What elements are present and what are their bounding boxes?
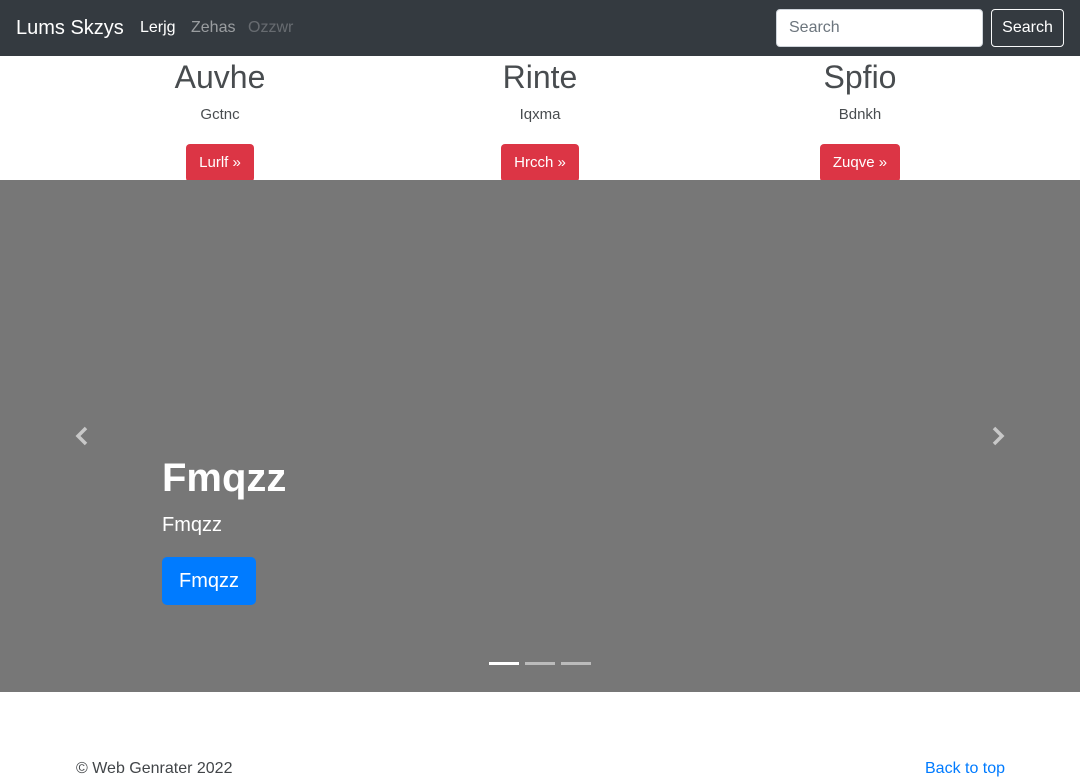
footer-copyright: © Web Genrater 2022 (76, 760, 233, 777)
chevron-right-icon (992, 426, 1005, 446)
feature-button-3[interactable]: Zuqve » (819, 144, 901, 182)
feature-heading: Rinte (502, 59, 578, 95)
feature-button-2[interactable]: Hrcch » (501, 144, 579, 182)
carousel-next-control[interactable] (978, 420, 1018, 452)
carousel-indicators (489, 662, 591, 666)
feature-heading: Spfio (823, 59, 897, 95)
feature-text: Bdnkh (838, 106, 882, 123)
feature-column-2: Rinte Iqxma Hrcch » (440, 56, 640, 182)
nav-link-zehas[interactable]: Zehas (191, 18, 235, 38)
feature-column-1: Auvhe Gctnc Lurlf » (120, 56, 320, 182)
feature-column-3: Spfio Bdnkh Zuqve » (760, 56, 960, 182)
feature-text: Iqxma (519, 106, 561, 123)
back-to-top-link[interactable]: Back to top (925, 759, 1005, 779)
carousel-cta-button[interactable]: Fmqzz (162, 557, 256, 605)
navbar: Lums Skzys Lerjg Zehas Ozzwr Search (0, 0, 1080, 56)
carousel-title: Fmqzz (162, 456, 287, 500)
carousel: Fmqzz Fmqzz Fmqzz (0, 180, 1080, 692)
carousel-indicator-2[interactable] (525, 662, 555, 665)
carousel-subtitle: Fmqzz (162, 514, 222, 536)
search-input[interactable] (776, 9, 983, 47)
feature-heading: Auvhe (174, 59, 266, 95)
nav-link-ozzwr: Ozzwr (248, 19, 294, 36)
carousel-caption: Fmqzz Fmqzz Fmqzz (162, 454, 286, 605)
nav-link-lerjg[interactable]: Lerjg (140, 18, 176, 38)
feature-button-1[interactable]: Lurlf » (186, 144, 254, 182)
carousel-indicator-3[interactable] (561, 662, 591, 665)
carousel-prev-control[interactable] (62, 420, 102, 452)
chevron-left-icon (75, 426, 88, 446)
feature-text: Gctnc (200, 106, 240, 123)
carousel-indicator-1[interactable] (489, 662, 519, 665)
search-button[interactable]: Search (991, 9, 1064, 47)
brand-logo[interactable]: Lums Skzys (16, 15, 124, 41)
